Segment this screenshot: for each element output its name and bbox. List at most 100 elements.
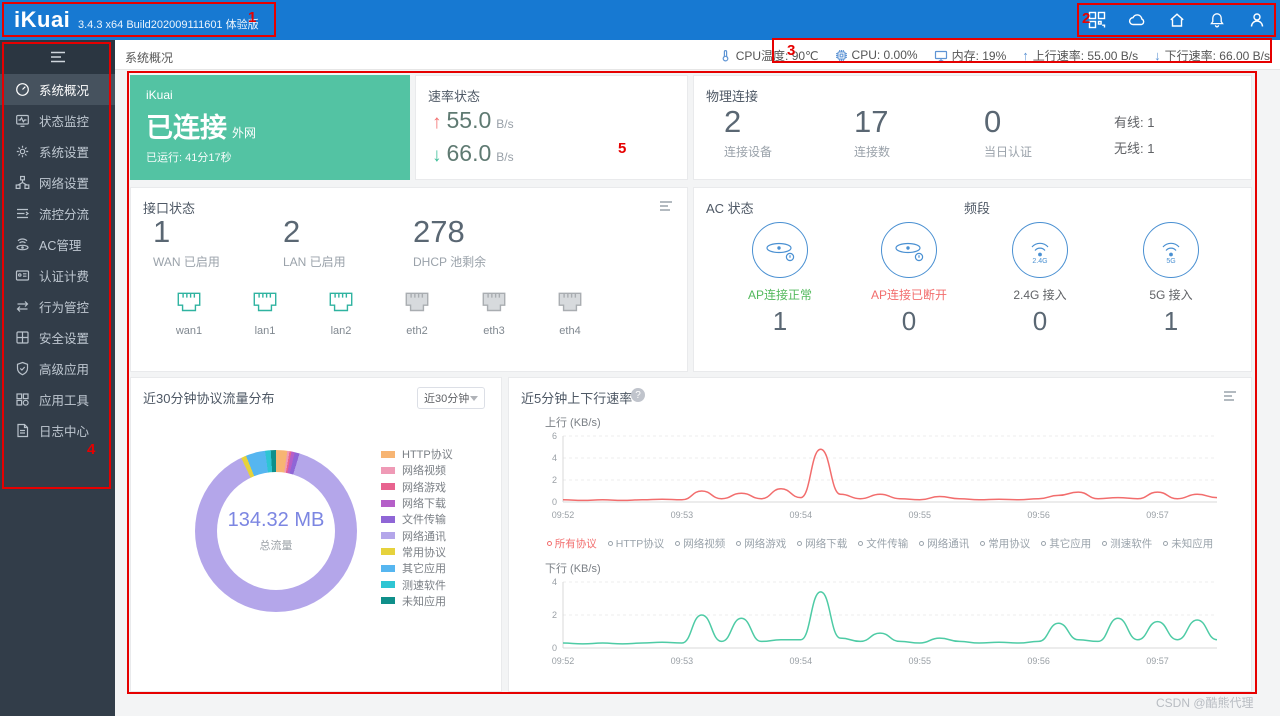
legend-item: 网络通讯 xyxy=(381,527,453,543)
legend-protocol[interactable]: 常用协议 xyxy=(980,536,1030,551)
status-up-rate: ↑ 上行速率: 55.00 B/s xyxy=(1022,47,1139,63)
connection-network: 外网 xyxy=(232,126,257,140)
sidebar-item-advanced[interactable]: 高级应用 xyxy=(0,353,115,384)
legend-item: 网络游戏 xyxy=(381,479,453,495)
access-point-icon xyxy=(16,238,29,251)
pulse-monitor-icon xyxy=(16,114,29,127)
legend-item: 网络下载 xyxy=(381,495,453,511)
ac-card-title: AC 状态 xyxy=(706,201,754,216)
ap-offline-block: AP连接已断开 0 xyxy=(849,222,969,337)
svg-text:5G: 5G xyxy=(1166,258,1175,265)
sidebar-item-network-settings[interactable]: 网络设置 xyxy=(0,167,115,198)
sidebar-item-security[interactable]: 安全设置 xyxy=(0,322,115,353)
legend-all-protocols[interactable]: 所有协议 xyxy=(546,536,597,551)
sidebar-collapse-button[interactable] xyxy=(0,40,115,74)
up-chart-svg: 0 2 4 6 09:52 09:53 09:54 09:55 09:56 09:57 xyxy=(552,431,1218,520)
chevron-down-icon xyxy=(470,395,478,401)
sidebar-item-flow-control[interactable]: 流控分流 xyxy=(0,198,115,229)
sidebar-item-overview[interactable]: 系统概况 xyxy=(0,74,115,105)
legend-item: 未知应用 xyxy=(381,593,453,609)
legend-protocol[interactable]: 网络下载 xyxy=(797,536,847,551)
topbar: iKuai 3.4.3 x64 Build202009111601 体验版 xyxy=(0,0,1280,40)
ap-device-icon xyxy=(881,222,937,278)
legend-protocol[interactable]: 网络游戏 xyxy=(736,536,786,551)
legend-protocol[interactable]: HTTP协议 xyxy=(607,536,664,551)
sidebar-item-behavior[interactable]: 行为管控 xyxy=(0,291,115,322)
protocol-card-title: 近30分钟协议流量分布 xyxy=(143,391,275,406)
card-menu-icon[interactable] xyxy=(659,200,673,212)
ethernet-port-icon xyxy=(482,292,506,312)
card-menu-icon[interactable] xyxy=(1223,390,1237,402)
sidebar-item-monitor[interactable]: 状态监控 xyxy=(0,105,115,136)
sidebar-item-system-settings[interactable]: 系统设置 xyxy=(0,136,115,167)
time-range-select[interactable]: 近30分钟 xyxy=(417,387,485,409)
ap-online-block: AP连接正常 1 xyxy=(720,222,840,337)
svg-text:0: 0 xyxy=(552,497,557,507)
legend-protocol[interactable]: 网络视频 xyxy=(675,536,725,551)
connection-brand: iKuai xyxy=(146,88,173,102)
topbar-icons xyxy=(1088,0,1266,40)
svg-text:09:54: 09:54 xyxy=(790,656,813,666)
physical-card: 物理连接 2 连接设备 17 连接数 0 当日认证 有线: 1 无线: 1 xyxy=(693,75,1252,180)
port-wan1: wan1 xyxy=(161,290,217,337)
svg-text:09:52: 09:52 xyxy=(552,656,575,666)
stat-auth-today: 0 当日认证 xyxy=(984,104,1033,159)
sidebar-item-auth-billing[interactable]: 认证计费 xyxy=(0,260,115,291)
connection-uptime: 已运行: 41分17秒 xyxy=(146,152,232,164)
legend-protocol[interactable]: 测速软件 xyxy=(1102,536,1152,551)
main-content: iKuai 已连接 外网 已运行: 41分17秒 速率状态 ↑ 55.0 B/s … xyxy=(115,70,1280,716)
ap-online-label: AP连接正常 xyxy=(747,288,812,302)
home-icon[interactable] xyxy=(1168,11,1186,29)
ethernet-port-icon xyxy=(329,292,353,312)
download-rate-row: ↓ 66.0 B/s xyxy=(432,140,514,167)
app-grid-icon[interactable] xyxy=(1088,11,1106,29)
legend-protocol[interactable]: 文件传输 xyxy=(858,536,908,551)
ethernet-port-icon xyxy=(558,292,582,312)
band-5g-value: 1 xyxy=(1163,306,1179,336)
svg-text:09:53: 09:53 xyxy=(671,656,694,666)
ethernet-port-icon xyxy=(253,292,277,312)
legend-protocol[interactable]: 未知应用 xyxy=(1163,536,1213,551)
upload-rate-row: ↑ 55.0 B/s xyxy=(432,107,514,134)
sidebar-item-tools[interactable]: 应用工具 xyxy=(0,384,115,415)
sidebar-item-ac-management[interactable]: AC管理 xyxy=(0,229,115,260)
app-logo: iKuai xyxy=(14,7,71,32)
breadcrumb-bar: 系统概况 CPU温度: 90℃ CPU: 0.00% 内存: 19% ↑ 上行速… xyxy=(115,40,1280,70)
network-nodes-icon xyxy=(15,175,30,190)
svg-text:0: 0 xyxy=(552,643,557,653)
svg-text:2.4G: 2.4G xyxy=(1032,258,1047,265)
hamburger-icon xyxy=(50,51,65,63)
svg-text:09:56: 09:56 xyxy=(1027,510,1050,520)
stat-wan: 1 WAN 已启用 xyxy=(153,214,220,269)
flow-list-icon xyxy=(17,208,29,219)
status-cpu-temp: CPU温度: 90℃ xyxy=(719,47,819,64)
ap-device-icon xyxy=(752,222,808,278)
grid-square-icon xyxy=(16,331,29,344)
rate-chart-title: 近5分钟上下行速率 xyxy=(521,391,633,406)
port-eth3: eth3 xyxy=(466,290,522,337)
legend-protocol[interactable]: 网络通讯 xyxy=(919,536,969,551)
bell-icon[interactable] xyxy=(1208,11,1226,29)
svg-text:4: 4 xyxy=(552,453,557,463)
legend-item: 测速软件 xyxy=(381,576,453,592)
sidebar-item-logs[interactable]: 日志中心 xyxy=(0,415,115,446)
cloud-icon[interactable] xyxy=(1128,11,1146,29)
stat-connections: 17 连接数 xyxy=(854,104,891,159)
band-title: 频段 xyxy=(964,201,991,216)
legend-protocol[interactable]: 其它应用 xyxy=(1041,536,1091,551)
help-icon[interactable]: ? xyxy=(631,388,645,402)
download-chart-label: 下行 (KB/s) xyxy=(545,563,601,575)
memory-monitor-icon xyxy=(934,50,947,61)
ap-offline-value: 0 xyxy=(901,306,917,336)
gear-icon xyxy=(16,145,29,158)
wifi-24g-icon: 2.4G xyxy=(1012,222,1068,278)
svg-text:09:57: 09:57 xyxy=(1146,510,1169,520)
stat-devices: 2 连接设备 xyxy=(724,104,773,159)
svg-text:6: 6 xyxy=(552,431,557,441)
status-cpu: CPU: 0.00% xyxy=(835,48,918,62)
user-icon[interactable] xyxy=(1248,11,1266,29)
statusbar: CPU温度: 90℃ CPU: 0.00% 内存: 19% ↑ 上行速率: 55… xyxy=(719,40,1270,70)
rate-chart-card: 近5分钟上下行速率 ? 上行 (KB/s) 0 2 4 6 09:52 09:53 09:5… xyxy=(508,377,1252,692)
band-24g-block: 2.4G 2.4G 接入 0 xyxy=(980,222,1100,337)
svg-text:09:57: 09:57 xyxy=(1146,656,1169,666)
